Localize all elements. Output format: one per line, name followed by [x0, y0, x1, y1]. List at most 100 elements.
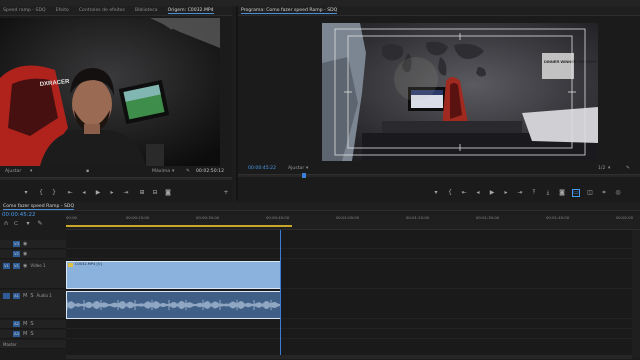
- audio-clip[interactable]: [66, 291, 281, 319]
- program-fit-chevron-icon[interactable]: ▾: [306, 166, 308, 171]
- in-point-icon[interactable]: {: [446, 189, 454, 197]
- track-area[interactable]: C0032.MP4 [V]: [66, 230, 632, 358]
- track-lane-v3[interactable]: [66, 240, 632, 249]
- track-source-patch[interactable]: [3, 321, 10, 327]
- track-lane-a3[interactable]: [66, 330, 632, 339]
- track-source-patch[interactable]: [3, 293, 10, 299]
- work-area-bar[interactable]: [66, 225, 292, 227]
- timeline-tools-row: ∩ ⊂ ▾ ✎: [0, 220, 64, 228]
- playhead[interactable]: [280, 230, 282, 358]
- solo-icon[interactable]: S: [30, 331, 33, 337]
- source-settings-icon[interactable]: ▪: [86, 169, 89, 174]
- program-resolution-dropdown[interactable]: 1/2: [598, 166, 605, 171]
- marker-icon[interactable]: ▾: [22, 189, 30, 197]
- track-header-a1[interactable]: A1 M S Áudio 1: [0, 290, 66, 319]
- video-clip[interactable]: C0032.MP4 [V]: [66, 261, 281, 289]
- track-name[interactable]: A3: [13, 331, 20, 337]
- eye-icon[interactable]: ◉: [23, 241, 27, 247]
- program-resolution-chevron-icon[interactable]: ▾: [608, 166, 610, 171]
- out-point-icon[interactable]: }: [50, 189, 58, 197]
- vr-icon[interactable]: ◎: [614, 189, 622, 197]
- source-fit-chevron-icon[interactable]: ▾: [30, 169, 32, 174]
- track-name[interactable]: A2: [13, 321, 20, 327]
- go-to-out-icon[interactable]: ⇥: [122, 189, 130, 197]
- track-source-patch[interactable]: [3, 331, 10, 337]
- track-header-a2[interactable]: A2 M S: [0, 320, 66, 329]
- tab-source[interactable]: Origem: C0032.MP4: [167, 8, 214, 14]
- step-forward-icon[interactable]: ▸: [502, 189, 510, 197]
- source-wrench-icon[interactable]: ✎: [186, 169, 190, 174]
- track-source-patch[interactable]: [3, 251, 10, 257]
- program-wrench-icon[interactable]: ✎: [626, 166, 630, 171]
- overwrite-icon[interactable]: ⊟: [151, 189, 159, 197]
- play-icon[interactable]: ▶: [488, 189, 496, 197]
- fx-badge-icon: [68, 263, 73, 267]
- source-quality-dropdown[interactable]: Máxima: [152, 169, 170, 174]
- track-header-master[interactable]: Master: [0, 340, 66, 349]
- export-frame-icon[interactable]: ◙: [164, 189, 172, 197]
- step-back-icon[interactable]: ◂: [474, 189, 482, 197]
- tab-effect-controls[interactable]: Controles de efeitos: [79, 8, 125, 13]
- trim-icon[interactable]: ⌗: [600, 189, 608, 197]
- tab-timeline-sequence[interactable]: Como fazer speed Ramp - SDQ: [3, 204, 75, 210]
- solo-icon[interactable]: S: [30, 293, 33, 299]
- track-lane-v2[interactable]: [66, 250, 632, 259]
- marker-icon[interactable]: ▾: [432, 189, 440, 197]
- track-lane-a2[interactable]: [66, 320, 632, 329]
- program-scrub-bar[interactable]: [238, 174, 640, 177]
- ruler-label: 00:01:00:00: [336, 215, 360, 220]
- tab-library[interactable]: Biblioteca: [135, 8, 158, 13]
- program-fit-dropdown[interactable]: Ajustar: [288, 166, 304, 171]
- source-fit-dropdown[interactable]: Ajustar: [5, 169, 21, 174]
- timeline-settings-icon[interactable]: ✎: [36, 220, 44, 228]
- eye-icon[interactable]: ◉: [23, 251, 27, 257]
- safe-margins-icon[interactable]: ▭: [572, 189, 580, 197]
- export-frame-icon[interactable]: ◙: [558, 189, 566, 197]
- play-icon[interactable]: ▶: [94, 189, 102, 197]
- snap-icon[interactable]: ∩: [2, 220, 10, 228]
- source-video-preview[interactable]: DXRACER: [0, 18, 220, 166]
- track-source-patch[interactable]: V1: [3, 263, 10, 269]
- track-name[interactable]: A1: [13, 293, 20, 299]
- program-video-preview[interactable]: DINNER WINNER CHICKEN: [322, 23, 598, 161]
- timeline-horizontal-scrollbar[interactable]: [66, 355, 632, 359]
- timeline-vertical-scrollbar[interactable]: [632, 230, 640, 358]
- mute-icon[interactable]: M: [23, 321, 27, 327]
- insert-icon[interactable]: ⊞: [138, 189, 146, 197]
- track-name[interactable]: V1: [13, 263, 20, 269]
- add-marker-icon[interactable]: ▾: [24, 220, 32, 228]
- step-forward-icon[interactable]: ▸: [108, 189, 116, 197]
- mute-icon[interactable]: M: [23, 293, 27, 299]
- track-header-a3[interactable]: A3 M S: [0, 330, 66, 339]
- track-name[interactable]: V2: [13, 251, 20, 257]
- go-to-in-icon[interactable]: ⇤: [66, 189, 74, 197]
- lift-icon[interactable]: ⤒: [530, 189, 538, 197]
- step-back-icon[interactable]: ◂: [80, 189, 88, 197]
- solo-icon[interactable]: S: [30, 321, 33, 327]
- program-timecode[interactable]: 00:00:45:22: [248, 166, 276, 171]
- timeline-ruler[interactable]: 00:00 00:00:15:00 00:00:30:00 00:00:45:0…: [66, 214, 640, 230]
- track-header-v1[interactable]: V1 V1 ◉ Vídeo 1: [0, 260, 66, 289]
- linked-selection-icon[interactable]: ⊂: [12, 220, 20, 228]
- tab-sequence[interactable]: Speed ramp - SDQ: [3, 8, 46, 13]
- go-to-in-icon[interactable]: ⇤: [460, 189, 468, 197]
- track-source-patch[interactable]: [3, 241, 10, 247]
- track-header-v3[interactable]: V3 ◉: [0, 240, 66, 249]
- track-name[interactable]: V3: [13, 241, 20, 247]
- comparison-icon[interactable]: ◫: [586, 189, 594, 197]
- in-point-icon[interactable]: {: [37, 189, 45, 197]
- source-scrub-bar[interactable]: [0, 177, 232, 180]
- add-button-icon[interactable]: +: [222, 189, 230, 197]
- tab-effects[interactable]: Efeito: [56, 8, 69, 13]
- go-to-out-icon[interactable]: ⇥: [516, 189, 524, 197]
- program-monitor-title[interactable]: Programa: Como fazer speed Ramp - SDQ: [241, 8, 338, 14]
- track-header-v2[interactable]: V2 ◉: [0, 250, 66, 259]
- program-playhead-marker[interactable]: [302, 173, 306, 178]
- mute-icon[interactable]: M: [23, 331, 27, 337]
- eye-icon[interactable]: ◉: [23, 263, 27, 269]
- timeline-timecode[interactable]: 00:00:45:22: [2, 212, 36, 218]
- extract-icon[interactable]: ⤓: [544, 189, 552, 197]
- source-timecode[interactable]: 00:02:50:12: [196, 169, 224, 174]
- source-transport-controls: ▾ { } ⇤ ◂ ▶ ▸ ⇥ ⊞ ⊟ ◙ +: [0, 188, 232, 198]
- source-quality-chevron-icon[interactable]: ▾: [172, 169, 174, 174]
